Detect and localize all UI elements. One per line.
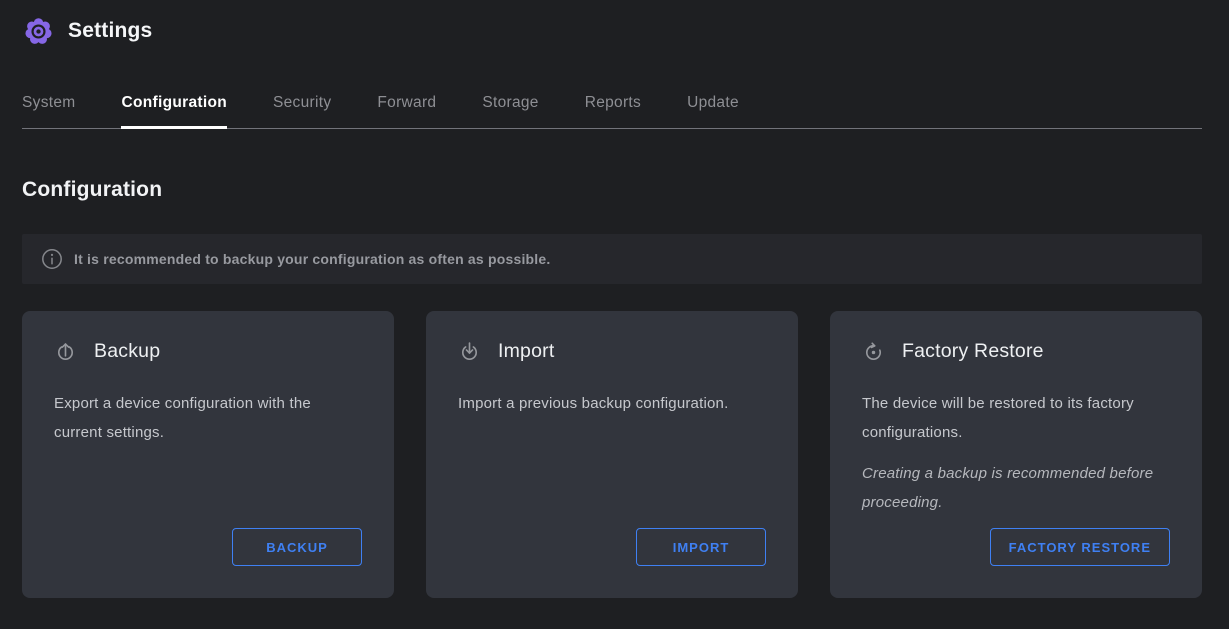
backup-button[interactable]: BACKUP <box>232 528 362 566</box>
import-button[interactable]: IMPORT <box>636 528 766 566</box>
tab-storage[interactable]: Storage <box>482 94 538 128</box>
factory-restore-button[interactable]: FACTORY RESTORE <box>990 528 1170 566</box>
import-card-header: Import <box>458 340 766 363</box>
backup-card-title: Backup <box>94 340 160 363</box>
info-banner-text: It is recommended to backup your configu… <box>74 251 550 267</box>
factory-restore-card-title: Factory Restore <box>902 340 1044 363</box>
configuration-panel: Configuration It is recommended to backu… <box>0 178 1229 598</box>
tab-reports[interactable]: Reports <box>585 94 641 128</box>
settings-gear-icon <box>24 17 53 46</box>
app-header: Settings <box>24 16 1229 46</box>
factory-restore-card: Factory Restore The device will be resto… <box>830 311 1202 598</box>
backup-card-description: Export a device configuration with the c… <box>54 389 362 447</box>
tab-forward[interactable]: Forward <box>377 94 436 128</box>
import-download-icon <box>458 340 481 363</box>
factory-restore-card-description: The device will be restored to its facto… <box>862 389 1170 447</box>
action-cards: Backup Export a device configuration wit… <box>22 311 1202 598</box>
factory-restore-icon <box>862 340 885 363</box>
backup-card: Backup Export a device configuration wit… <box>22 311 394 598</box>
backup-upload-icon <box>54 340 77 363</box>
import-card-description: Import a previous backup configuration. <box>458 389 766 418</box>
tab-update[interactable]: Update <box>687 94 739 128</box>
factory-restore-card-note: Creating a backup is recommended before … <box>862 459 1170 517</box>
tab-bar: System Configuration Security Forward St… <box>22 94 1202 129</box>
info-banner: It is recommended to backup your configu… <box>22 234 1202 284</box>
info-icon <box>41 248 63 270</box>
tab-security[interactable]: Security <box>273 94 331 128</box>
backup-card-header: Backup <box>54 340 362 363</box>
import-card-title: Import <box>498 340 554 363</box>
tab-configuration[interactable]: Configuration <box>121 94 227 128</box>
factory-restore-card-header: Factory Restore <box>862 340 1170 363</box>
import-card: Import Import a previous backup configur… <box>426 311 798 598</box>
tab-system[interactable]: System <box>22 94 75 128</box>
section-heading: Configuration <box>22 178 1229 202</box>
page-title: Settings <box>68 19 152 43</box>
